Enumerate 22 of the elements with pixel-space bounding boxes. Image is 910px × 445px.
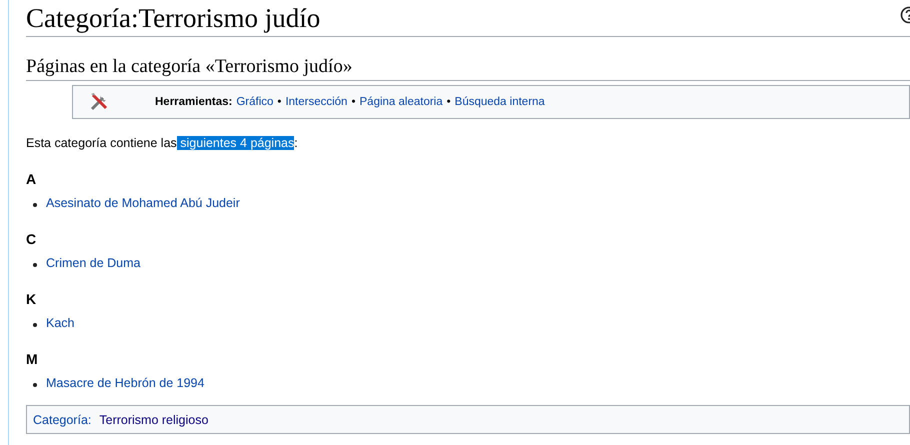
- page-link[interactable]: Masacre de Hebrón de 1994: [46, 376, 204, 390]
- page-link[interactable]: Crimen de Duma: [46, 256, 140, 270]
- page-link[interactable]: Kach: [46, 316, 74, 330]
- tool-link[interactable]: Intersección: [285, 96, 348, 108]
- section-heading: Páginas en la categoría «Terrorismo judío»: [26, 55, 910, 81]
- section-letter: K: [26, 290, 38, 309]
- section-letter: M: [26, 350, 39, 369]
- tool-link[interactable]: Gráfico: [236, 96, 274, 108]
- page-title: Categoría:Terrorismo judío: [26, 2, 320, 34]
- category-link[interactable]: Terrorismo religioso: [99, 412, 208, 426]
- separator: •: [351, 96, 356, 108]
- tools-label: Herramientas:: [155, 96, 232, 108]
- section-letter: C: [26, 230, 38, 249]
- tool-link[interactable]: Página aleatoria: [360, 96, 443, 108]
- category-summary: Esta categoría contiene las siguientes 4 páginas:: [26, 136, 298, 150]
- page-link[interactable]: Asesinato de Mohamed Abú Judeir: [46, 196, 240, 210]
- section-letter: A: [26, 170, 38, 189]
- separator: •: [277, 96, 282, 108]
- categories-link[interactable]: Categoría:: [33, 412, 92, 426]
- tool-link[interactable]: Búsqueda interna: [454, 96, 545, 108]
- separator: •: [446, 96, 451, 108]
- pages-link[interactable]: siguientes 4 páginas: [176, 136, 294, 150]
